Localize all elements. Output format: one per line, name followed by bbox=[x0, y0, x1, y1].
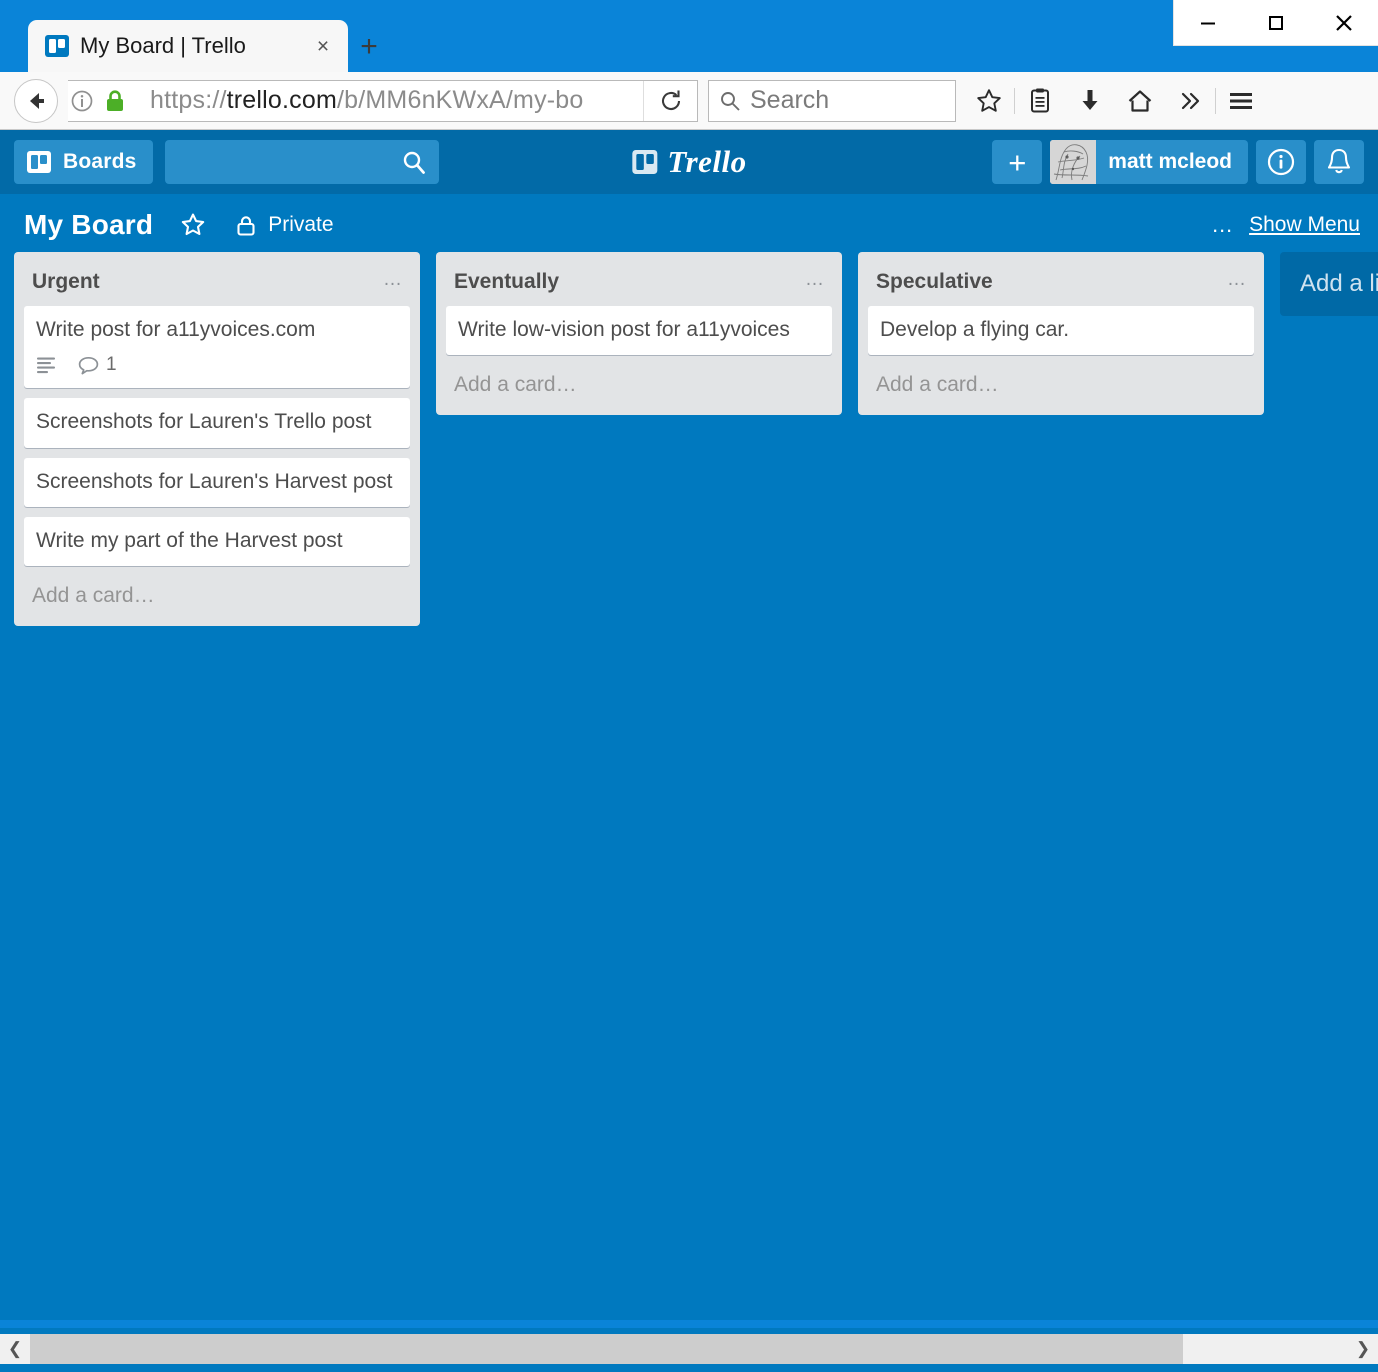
boards-icon bbox=[26, 150, 52, 174]
card-title: Screenshots for Lauren's Trello post bbox=[36, 410, 372, 434]
search-icon bbox=[401, 149, 427, 175]
trello-logo-text: Trello bbox=[667, 144, 747, 179]
toolbar-icons bbox=[964, 79, 1266, 123]
card[interactable]: Screenshots for Lauren's Harvest post bbox=[24, 457, 410, 507]
reload-icon[interactable] bbox=[643, 80, 697, 121]
notifications-button[interactable] bbox=[1314, 140, 1364, 184]
board-canvas: Urgent … Write post for a11yvoices.com 1… bbox=[0, 252, 1378, 1320]
download-arrow-icon[interactable] bbox=[1065, 79, 1115, 123]
url-bar[interactable]: https://trello.com/b/MM6nKWxA/my-bo bbox=[68, 79, 698, 122]
window-controls bbox=[1173, 0, 1378, 46]
scroll-right-arrow-icon[interactable]: ❯ bbox=[1348, 1334, 1378, 1364]
card[interactable]: Screenshots for Lauren's Trello post bbox=[24, 398, 410, 448]
scrollbar-track[interactable] bbox=[30, 1334, 1348, 1364]
comment-count: 1 bbox=[106, 354, 117, 376]
horizontal-scrollbar[interactable]: ❮ ❯ bbox=[0, 1334, 1378, 1364]
board-dots-icon[interactable]: … bbox=[1211, 214, 1235, 236]
browser-toolbar: https://trello.com/b/MM6nKWxA/my-bo Sear… bbox=[0, 72, 1378, 130]
list-header: Urgent … bbox=[24, 262, 410, 306]
back-arrow-icon[interactable] bbox=[14, 78, 58, 123]
close-icon[interactable]: × bbox=[310, 33, 336, 59]
board-visibility-label: Private bbox=[268, 213, 334, 236]
card-title: Screenshots for Lauren's Harvest post bbox=[36, 469, 393, 493]
member-name: matt mcleod bbox=[1108, 150, 1232, 173]
url-text[interactable]: https://trello.com/b/MM6nKWxA/my-bo bbox=[138, 81, 643, 121]
board-bar-actions: … Show Menu bbox=[1211, 213, 1360, 237]
add-list-button[interactable]: Add a list… bbox=[1280, 252, 1378, 316]
page-title: My Board bbox=[24, 209, 154, 240]
board-visibility[interactable]: Private bbox=[235, 213, 334, 237]
info-circle-icon[interactable] bbox=[70, 89, 94, 113]
card-badges: 1 bbox=[36, 354, 398, 376]
info-button[interactable] bbox=[1256, 140, 1306, 184]
list-menu-icon[interactable]: … bbox=[383, 270, 404, 289]
board-bar: My Board Private … Show Menu bbox=[0, 194, 1378, 256]
add-card-button[interactable]: Add a card… bbox=[446, 365, 832, 411]
url-host: trello.com bbox=[226, 86, 338, 114]
list-urgent: Urgent … Write post for a11yvoices.com 1… bbox=[14, 252, 420, 626]
add-button[interactable]: + bbox=[992, 140, 1043, 184]
browser-window: My Board | Trello × + https:// trello.co… bbox=[0, 0, 1378, 1372]
card[interactable]: Write my part of the Harvest post bbox=[24, 516, 410, 566]
trello-header: Boards Trello + matt mcleod bbox=[0, 130, 1378, 194]
list-title[interactable]: Speculative bbox=[876, 270, 993, 294]
close-button[interactable] bbox=[1321, 8, 1367, 38]
list-title[interactable]: Urgent bbox=[32, 270, 100, 294]
new-tab-button[interactable]: + bbox=[352, 30, 386, 64]
trello-icon bbox=[44, 34, 70, 58]
hamburger-menu-icon[interactable] bbox=[1216, 79, 1266, 123]
chevron-double-right-icon[interactable] bbox=[1165, 79, 1215, 123]
boards-label: Boards bbox=[63, 150, 137, 173]
minimize-button[interactable] bbox=[1185, 8, 1231, 38]
list-header: Eventually … bbox=[446, 262, 832, 306]
list-menu-icon[interactable]: … bbox=[805, 270, 826, 289]
green-padlock-icon bbox=[104, 89, 126, 113]
header-actions: + matt mcleod bbox=[992, 140, 1364, 184]
description-icon bbox=[36, 356, 58, 374]
scrollbar-bottom-pad bbox=[0, 1364, 1378, 1372]
member-menu[interactable]: matt mcleod bbox=[1050, 140, 1248, 184]
search-icon bbox=[719, 90, 741, 112]
card[interactable]: Write low-vision post for a11yvoices bbox=[446, 306, 832, 356]
list-eventually: Eventually … Write low-vision post for a… bbox=[436, 252, 842, 416]
star-icon[interactable] bbox=[179, 211, 207, 239]
url-scheme: https:// bbox=[150, 86, 227, 114]
comment-badge: 1 bbox=[78, 354, 117, 376]
url-path: /b/MM6nKWxA/my-bo bbox=[337, 86, 584, 114]
trello-logo-icon bbox=[631, 149, 659, 175]
add-card-button[interactable]: Add a card… bbox=[868, 365, 1254, 411]
search-input[interactable]: Search bbox=[708, 79, 956, 122]
card-title: Develop a flying car. bbox=[880, 318, 1070, 341]
reading-list-icon[interactable] bbox=[1015, 79, 1065, 123]
scroll-left-arrow-icon[interactable]: ❮ bbox=[0, 1334, 30, 1364]
trello-logo[interactable]: Trello bbox=[631, 144, 746, 180]
avatar bbox=[1050, 140, 1097, 184]
tab-title: My Board | Trello bbox=[80, 33, 246, 58]
search-placeholder: Search bbox=[750, 86, 830, 114]
site-identity[interactable] bbox=[68, 89, 138, 113]
show-menu-link[interactable]: Show Menu bbox=[1249, 213, 1360, 237]
home-icon[interactable] bbox=[1115, 79, 1165, 123]
board-search-input[interactable] bbox=[164, 140, 439, 184]
list-menu-icon[interactable]: … bbox=[1227, 270, 1248, 289]
title-bar: My Board | Trello × + bbox=[0, 0, 1378, 72]
list-speculative: Speculative … Develop a flying car. Add … bbox=[858, 252, 1264, 416]
add-card-button[interactable]: Add a card… bbox=[24, 576, 410, 622]
card[interactable]: Write post for a11yvoices.com 1 bbox=[24, 306, 410, 389]
card-title: Write post for a11yvoices.com bbox=[36, 318, 316, 341]
list-header: Speculative … bbox=[868, 262, 1254, 306]
browser-tab[interactable]: My Board | Trello × bbox=[28, 20, 348, 72]
comment-icon bbox=[78, 356, 99, 375]
card[interactable]: Develop a flying car. bbox=[868, 306, 1254, 356]
maximize-button[interactable] bbox=[1253, 8, 1299, 38]
list-title[interactable]: Eventually bbox=[454, 270, 559, 294]
scrollbar-thumb[interactable] bbox=[30, 1334, 1184, 1364]
card-title: Write low-vision post for a11yvoices bbox=[458, 318, 790, 341]
star-icon[interactable] bbox=[964, 79, 1014, 123]
boards-button[interactable]: Boards bbox=[14, 140, 153, 184]
lock-icon bbox=[235, 213, 257, 237]
card-title: Write my part of the Harvest post bbox=[36, 528, 343, 552]
